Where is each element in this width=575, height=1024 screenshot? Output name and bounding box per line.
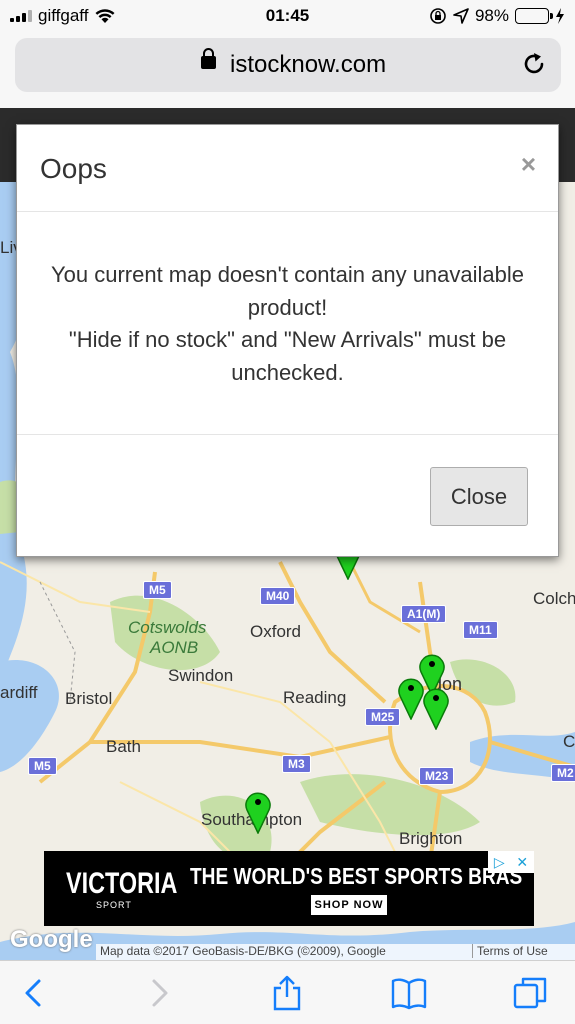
dialog-message-line: "Hide if no stock" and "New Arrivals" mu… bbox=[68, 327, 507, 385]
reload-icon[interactable] bbox=[521, 51, 547, 77]
forward-icon[interactable] bbox=[142, 975, 178, 1011]
dialog-footer: Close bbox=[17, 436, 558, 556]
url-text: istocknow.com bbox=[230, 51, 387, 78]
battery-icon bbox=[515, 8, 553, 24]
orientation-lock-icon bbox=[430, 8, 446, 24]
close-button[interactable]: Close bbox=[430, 467, 528, 526]
tabs-icon[interactable] bbox=[513, 975, 549, 1011]
close-icon[interactable]: × bbox=[521, 149, 536, 180]
battery-percent: 98% bbox=[474, 6, 509, 25]
share-icon[interactable] bbox=[269, 975, 305, 1011]
status-bar: giffgaff 01:45 98% bbox=[0, 0, 575, 34]
back-icon[interactable] bbox=[15, 975, 51, 1011]
bookmarks-icon[interactable] bbox=[391, 975, 427, 1011]
lock-icon bbox=[201, 48, 216, 69]
charging-icon bbox=[556, 8, 564, 24]
oops-dialog: Oops × You current map doesn't contain a… bbox=[16, 124, 559, 557]
browser-address-area: istocknow.com bbox=[0, 34, 575, 108]
address-bar[interactable]: istocknow.com bbox=[15, 38, 561, 92]
safari-toolbar bbox=[0, 960, 575, 1024]
dialog-message-line: You current map doesn't contain any unav… bbox=[50, 262, 525, 320]
dialog-header: Oops × bbox=[17, 125, 558, 212]
location-icon bbox=[453, 8, 469, 24]
dialog-body: You current map doesn't contain any unav… bbox=[17, 213, 558, 435]
dialog-title: Oops bbox=[40, 153, 107, 184]
